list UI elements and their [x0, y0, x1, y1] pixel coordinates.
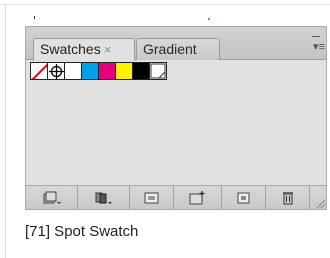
panel-menu-icon[interactable]: ▾≡ [313, 42, 325, 53]
swatch-libraries-button[interactable] [78, 186, 130, 209]
magenta-swatch[interactable] [98, 62, 116, 80]
yellow-swatch[interactable] [115, 62, 133, 80]
resize-grip-icon[interactable] [314, 197, 326, 209]
new-color-group-icon [189, 190, 204, 204]
none-swatch[interactable] [30, 62, 48, 80]
delete-swatch-button[interactable] [266, 186, 310, 209]
tab-swatches-label: Swatches [40, 41, 101, 57]
tab-close-icon[interactable]: × [104, 42, 112, 57]
speck [34, 16, 35, 19]
registration-swatch[interactable] [47, 62, 65, 80]
swatches-panel: Swatches × Gradient – ▾≡ [25, 26, 327, 210]
cyan-swatch[interactable] [81, 62, 99, 80]
bottom-toolbar [26, 185, 326, 209]
speck [208, 18, 210, 20]
registration-icon [49, 64, 64, 79]
show-swatch-kinds-icon [43, 191, 61, 204]
swatch-options-icon [144, 192, 158, 203]
new-color-group-button[interactable] [174, 186, 222, 209]
collapse-icon[interactable]: – [312, 28, 320, 42]
delete-swatch-icon [282, 191, 293, 204]
black-swatch[interactable] [132, 62, 150, 80]
global-corner-icon [82, 63, 98, 79]
paper-swatch[interactable] [64, 62, 82, 80]
spot-corner-icon [150, 63, 166, 79]
new-swatch-icon [237, 192, 249, 203]
show-swatch-kinds-button[interactable] [26, 186, 78, 209]
top-rule [0, 4, 330, 5]
tab-gradient-label: Gradient [143, 41, 197, 57]
swatch-libraries-icon [95, 192, 112, 204]
none-icon [31, 63, 47, 79]
spot-swatch[interactable] [149, 62, 167, 80]
swatch-options-button[interactable] [130, 186, 174, 209]
swatch-grid [30, 62, 167, 80]
panel-tab-strip: Swatches × Gradient – ▾≡ [26, 27, 326, 61]
tab-swatches[interactable]: Swatches × [33, 38, 135, 61]
tab-gradient[interactable]: Gradient [136, 38, 220, 60]
new-swatch-button[interactable] [222, 186, 266, 209]
figure-caption: [71] Spot Swatch [25, 223, 139, 240]
left-rule [5, 4, 6, 258]
